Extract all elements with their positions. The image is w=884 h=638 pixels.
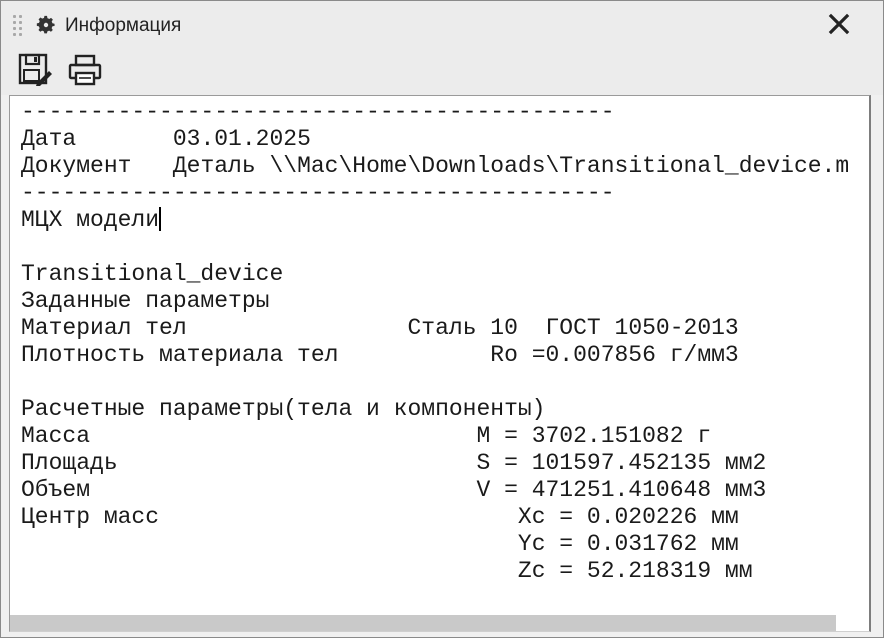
text-caret: [159, 207, 162, 231]
close-icon[interactable]: [827, 12, 851, 36]
info-window: Информация -----------------------------: [0, 0, 884, 638]
window-title: Информация: [65, 15, 182, 36]
printer-icon: [68, 54, 102, 86]
save-edit-icon: [18, 53, 52, 86]
mass-value: M = 3702.151082 г: [476, 423, 712, 449]
save-button[interactable]: [15, 50, 55, 90]
material-value: Сталь 10 ГОСТ 1050-2013: [407, 315, 739, 341]
document-label: Документ: [21, 153, 132, 179]
density-label: Плотность материала тел: [21, 342, 339, 368]
mass-label: Масса: [21, 423, 91, 449]
density-value: Ro =0.007856 г/мм3: [490, 342, 739, 368]
material-label: Материал тел: [21, 315, 187, 341]
report-text: ----------------------------------------…: [21, 99, 849, 585]
separator-line: ----------------------------------------…: [21, 99, 615, 125]
print-button[interactable]: [65, 50, 105, 90]
xc-value: Xc = 0.020226 мм: [517, 504, 739, 530]
document-value: Деталь \\Mac\Home\Downloads\Transitional…: [172, 153, 850, 179]
area-label: Площадь: [21, 450, 118, 476]
date-value: 03.01.2025: [172, 126, 311, 152]
area-value: S = 101597.452135 мм2: [476, 450, 767, 476]
report-area[interactable]: ----------------------------------------…: [9, 95, 871, 632]
calc-params-title: Расчетные параметры(тела и компоненты): [21, 396, 546, 422]
toolbar: [1, 45, 883, 95]
given-params-title: Заданные параметры: [21, 288, 270, 314]
yc-value: Yc = 0.031762 мм: [517, 531, 739, 557]
drag-handle-icon[interactable]: [13, 15, 25, 37]
zc-value: Zc = 52.218319 мм: [517, 558, 753, 584]
scrollbar-thumb[interactable]: [10, 615, 836, 631]
date-label: Дата: [21, 126, 77, 152]
model-name: Transitional_device: [21, 261, 284, 287]
title-bar[interactable]: Информация: [1, 1, 883, 45]
gear-icon: [36, 15, 55, 34]
volume-value: V = 471251.410648 мм3: [476, 477, 767, 503]
volume-label: Объем: [21, 477, 91, 503]
center-label: Центр масс: [21, 504, 160, 530]
separator-line: ----------------------------------------…: [21, 180, 615, 206]
section-title: МЦХ модели: [21, 207, 160, 233]
horizontal-scrollbar[interactable]: [10, 615, 869, 631]
